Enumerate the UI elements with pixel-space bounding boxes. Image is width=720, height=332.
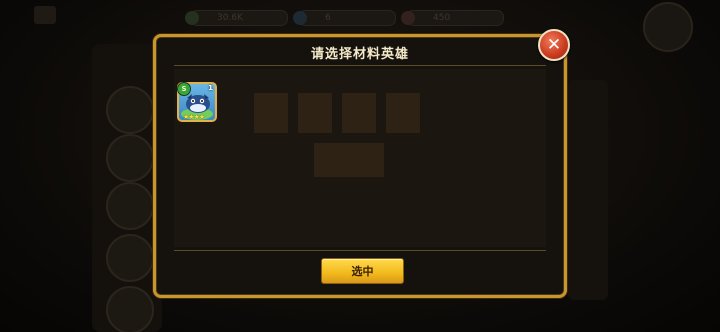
gem-icon xyxy=(293,11,307,25)
close-glyph: ✕ xyxy=(546,34,562,55)
select-button-label: 选中 xyxy=(351,265,374,278)
home-icon xyxy=(34,6,56,24)
gold-amount: 30.6K xyxy=(217,13,243,23)
divider xyxy=(174,250,546,251)
game-screen: 30.6K 6 450 请选择材料英雄 S 1 ★★★★ 选中 ✕ xyxy=(0,0,720,332)
select-material-hero-dialog: 请选择材料英雄 S 1 ★★★★ 选中 xyxy=(153,34,567,298)
hero-stars: ★★★★ xyxy=(183,113,205,121)
background-menu-icon xyxy=(106,134,154,182)
background-menu-icon xyxy=(106,86,154,134)
stamina-amount: 450 xyxy=(433,13,451,23)
stamina-resource: 450 xyxy=(401,10,504,26)
stamina-icon xyxy=(401,11,415,25)
divider xyxy=(174,65,546,66)
gold-icon xyxy=(185,11,199,25)
nature-element-icon: S xyxy=(177,82,191,96)
gem-resource: 6 xyxy=(293,10,396,26)
background-menu-icon xyxy=(106,234,154,282)
gem-amount: 6 xyxy=(325,13,331,23)
background-watermark-icon xyxy=(254,93,420,177)
resource-bar: 30.6K 6 450 xyxy=(185,8,520,28)
close-x-icon[interactable]: ✕ xyxy=(538,29,570,61)
background-menu-icon xyxy=(106,286,154,332)
dialog-title: 请选择材料英雄 xyxy=(310,47,409,62)
hero-level: 1 xyxy=(208,84,213,92)
player-avatar xyxy=(643,2,693,52)
select-button[interactable]: 选中 xyxy=(321,258,404,284)
background-right-panel xyxy=(568,80,608,300)
background-menu-icon xyxy=(106,182,154,230)
gold-resource: 30.6K xyxy=(185,10,288,26)
hero-card[interactable]: S 1 ★★★★ xyxy=(177,82,217,122)
